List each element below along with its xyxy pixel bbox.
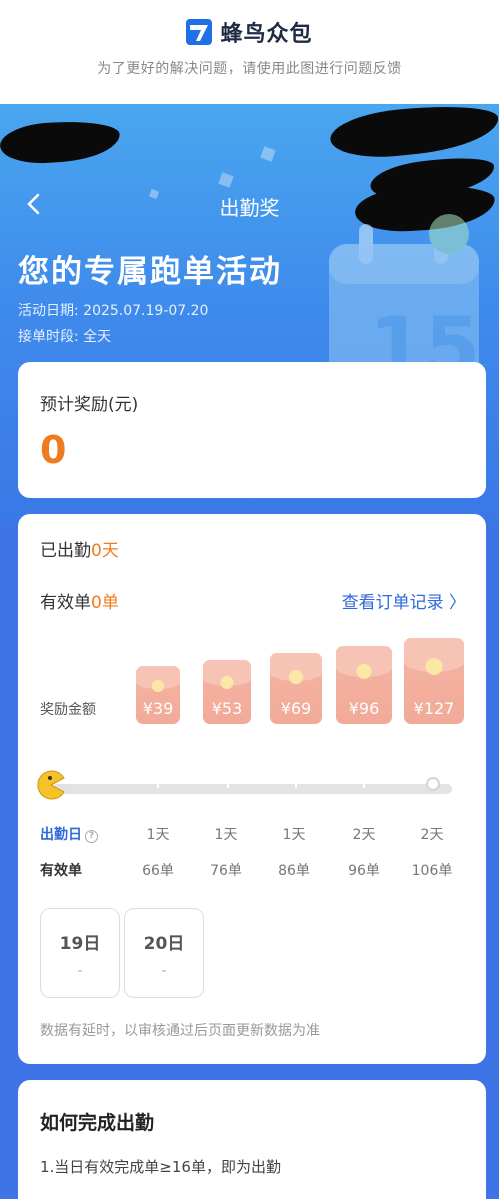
view-order-records-link[interactable]: 查看订单记录 〉 [342, 588, 466, 613]
brand-logo-icon [186, 19, 213, 45]
day-box-value: - [161, 963, 167, 979]
howto-title: 如何完成出勤 [40, 1112, 155, 1134]
attended-value: 0天 [91, 541, 119, 561]
brand-name: 蜂鸟众包 [220, 22, 313, 47]
envelope-amount: ¥53 [211, 699, 243, 718]
envelope-amount: ¥127 [413, 699, 455, 718]
orders-required: 76单 [210, 863, 242, 879]
attendance-days-label: 出勤日? [40, 824, 98, 844]
progress-tick [157, 776, 159, 788]
reward-value: 0 [40, 428, 67, 472]
day-box-19[interactable]: 19日 - [40, 908, 120, 998]
feedback-tip: 为了更好的解决问题，请使用此图进行问题反馈 [97, 61, 402, 77]
day-box-20[interactable]: 20日 - [124, 908, 204, 998]
days-required: 2天 [420, 827, 444, 843]
days-required: 1天 [214, 827, 238, 843]
days-required: 1天 [146, 827, 170, 843]
progress-end-dot [426, 777, 440, 791]
order-period: 接单时段: 全天 [18, 329, 112, 345]
decoration [260, 146, 276, 162]
envelope-amount: ¥69 [280, 699, 312, 718]
data-delay-note: 数据有延时，以审核通过后页面更新数据为准 [40, 1023, 320, 1039]
envelope-amount: ¥96 [348, 699, 380, 718]
progress-tick [295, 776, 297, 788]
orders-required: 106单 [411, 863, 453, 879]
reward-amount-label: 奖励金额 [40, 702, 96, 718]
day-box-date: 20日 [143, 934, 185, 954]
hero-title: 您的专属跑单活动 [18, 254, 282, 290]
progress-tick [363, 776, 365, 788]
redaction-mark [328, 104, 499, 163]
days-required: 2天 [352, 827, 376, 843]
progress-pacman-icon [37, 770, 65, 800]
envelope-amount: ¥39 [142, 699, 174, 718]
valid-orders-row-label: 有效单 [40, 863, 82, 879]
day-box-date: 19日 [59, 934, 101, 954]
attendance-card: 已出勤0天 有效单0单 查看订单记录 〉 奖励金额 ¥39 ¥53 ¥69 ¥9… [18, 514, 486, 1064]
days-label-text: 出勤日 [40, 827, 82, 843]
progress-tick [227, 776, 229, 788]
orders-required: 66单 [142, 863, 174, 879]
attended-label: 已出勤 [40, 541, 91, 561]
attendance-progress-bar [52, 784, 452, 794]
reward-envelope: ¥69 [270, 653, 322, 724]
valid-orders-label: 有效单 [40, 593, 91, 613]
howto-rule: 1.当日有效完成单≥16单，即为出勤 [40, 1158, 281, 1176]
reward-envelope: ¥96 [336, 646, 392, 724]
howto-card: 如何完成出勤 1.当日有效完成单≥16单，即为出勤 [18, 1080, 486, 1199]
reward-envelope: ¥53 [203, 660, 251, 724]
attended-days: 已出勤0天 [40, 536, 119, 561]
valid-orders-value: 0单 [91, 593, 119, 613]
reward-card: 预计奖励(元) 0 [18, 362, 486, 498]
reward-label: 预计奖励(元) [40, 395, 139, 415]
help-icon[interactable]: ? [85, 830, 98, 843]
orders-required: 96单 [348, 863, 380, 879]
app-header: 蜂鸟众包 为了更好的解决问题，请使用此图进行问题反馈 [0, 0, 499, 104]
brand: 蜂鸟众包 [0, 16, 499, 48]
reward-envelope: ¥127 [404, 638, 464, 724]
page-title: 出勤奖 [219, 196, 280, 220]
days-required: 1天 [282, 827, 306, 843]
day-box-value: - [77, 963, 83, 979]
reward-envelope: ¥39 [136, 666, 180, 724]
redaction-mark [0, 117, 122, 167]
valid-orders: 有效单0单 [40, 588, 119, 613]
activity-date: 活动日期: 2025.07.19-07.20 [18, 303, 209, 319]
nav-bar: 出勤奖 [0, 184, 499, 224]
orders-required: 86单 [278, 863, 310, 879]
